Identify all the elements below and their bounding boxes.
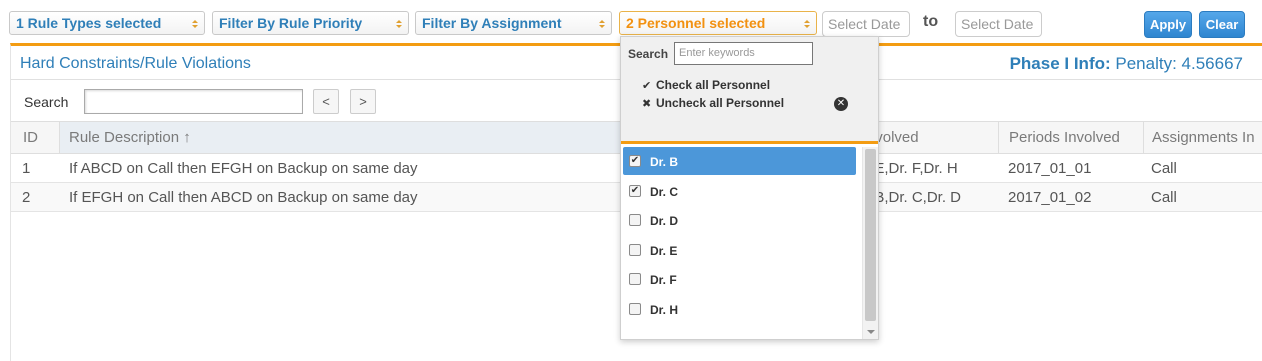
column-divider (998, 122, 999, 153)
rule-priority-filter-label: Filter By Rule Priority (219, 15, 363, 31)
start-date-input[interactable]: Select Date (822, 11, 910, 37)
select-caret-icon (396, 20, 402, 30)
dropdown-scrollbar[interactable] (862, 147, 878, 339)
personnel-list: ✔ Dr. B ✔ Dr. C Dr. D Dr. E Dr. F Dr. H (621, 147, 862, 339)
select-caret-icon (804, 20, 810, 30)
end-date-placeholder: Select Date (961, 16, 1034, 32)
personnel-option-dr-h[interactable]: Dr. H (623, 295, 856, 323)
check-all-personnel-link[interactable]: ✔ Check all Personnel (642, 78, 770, 92)
table-search-label: Search (24, 94, 69, 110)
checkbox-checked-icon[interactable]: ✔ (629, 185, 641, 197)
personnel-filter-label: 2 Personnel selected (626, 15, 766, 31)
clear-button[interactable]: Clear (1199, 11, 1245, 38)
personnel-filter[interactable]: 2 Personnel selected (619, 11, 817, 35)
row-id: 2 (22, 189, 31, 206)
checkbox-unchecked-icon[interactable] (629, 244, 641, 256)
column-header-rule-description-label: Rule Description (69, 129, 180, 146)
dropdown-header: Search Enter keywords ✔ Check all Personn… (621, 37, 878, 144)
dropdown-search-placeholder: Enter keywords (679, 47, 755, 59)
select-caret-icon (192, 20, 198, 30)
scroll-down-arrow-icon[interactable] (867, 330, 875, 334)
checkbox-unchecked-icon[interactable] (629, 273, 641, 285)
personnel-option-label: Dr. F (650, 273, 677, 287)
table-search-input[interactable] (84, 89, 303, 114)
checkbox-unchecked-icon[interactable] (629, 214, 641, 226)
scrollbar-thumb[interactable] (865, 149, 876, 321)
column-header-periods[interactable]: Periods Involved (1009, 129, 1120, 146)
personnel-option-dr-b[interactable]: ✔ Dr. B (623, 147, 856, 175)
phase-info-label: Phase I Info: (1009, 54, 1111, 73)
panel-title: Hard Constraints/Rule Violations (20, 55, 251, 72)
uncheck-all-personnel-link[interactable]: ✖ Uncheck all Personnel (642, 96, 784, 110)
row-personnel: . B,Dr. C,Dr. D (866, 189, 962, 206)
cross-icon: ✖ (642, 98, 652, 110)
row-rule-description: If EFGH on Call then ABCD on Backup on s… (69, 189, 418, 206)
date-range-to-label: to (923, 13, 939, 30)
column-header-assignments[interactable]: Assignments In (1152, 129, 1255, 146)
personnel-option-label: Dr. H (650, 303, 679, 317)
assignment-filter-label: Filter By Assignment (422, 15, 562, 31)
dropdown-search-input[interactable]: Enter keywords (674, 42, 813, 65)
dropdown-search-label: Search (628, 47, 669, 61)
rule-types-filter-label: 1 Rule Types selected (16, 15, 162, 31)
phase-info: Phase I Info: Penalty: 4.56667 (1010, 54, 1243, 74)
check-all-personnel-label: Check all Personnel (656, 78, 771, 92)
personnel-option-label: Dr. E (650, 244, 678, 258)
row-periods: 2017_01_01 (1008, 160, 1092, 177)
checkmark-icon: ✔ (642, 80, 652, 92)
column-header-id[interactable]: ID (23, 129, 38, 146)
checkbox-unchecked-icon[interactable] (629, 303, 641, 315)
personnel-option-dr-d[interactable]: Dr. D (623, 206, 856, 234)
column-divider (1143, 122, 1144, 153)
personnel-option-label: Dr. D (650, 214, 679, 228)
end-date-input[interactable]: Select Date (955, 11, 1042, 37)
row-assignments: Call (1151, 160, 1177, 177)
personnel-option-label: Dr. B (650, 155, 679, 169)
uncheck-all-personnel-label: Uncheck all Personnel (656, 96, 785, 110)
assignment-filter[interactable]: Filter By Assignment (415, 11, 612, 35)
row-assignments: Call (1151, 189, 1177, 206)
checkbox-checked-icon[interactable]: ✔ (629, 155, 641, 167)
phase-penalty-value: Penalty: 4.56667 (1115, 54, 1243, 73)
personnel-option-dr-e[interactable]: Dr. E (623, 236, 856, 264)
start-date-placeholder: Select Date (828, 16, 901, 32)
row-rule-description: If ABCD on Call then EFGH on Backup on s… (69, 160, 418, 177)
select-caret-icon (599, 20, 605, 30)
personnel-option-dr-c[interactable]: ✔ Dr. C (623, 177, 856, 205)
previous-match-button[interactable]: < (313, 89, 339, 114)
close-dropdown-icon[interactable]: ✕ (834, 97, 848, 111)
row-personnel: . E,Dr. F,Dr. H (866, 160, 958, 177)
column-header-rule-description[interactable]: Rule Description ↑ (69, 129, 191, 146)
apply-button[interactable]: Apply (1144, 11, 1192, 38)
row-id: 1 (22, 160, 31, 177)
rule-types-filter[interactable]: 1 Rule Types selected (9, 11, 205, 35)
row-periods: 2017_01_02 (1008, 189, 1092, 206)
personnel-dropdown: Search Enter keywords ✔ Check all Personn… (620, 36, 879, 340)
rule-priority-filter[interactable]: Filter By Rule Priority (212, 11, 409, 35)
personnel-option-label: Dr. C (650, 185, 679, 199)
sort-ascending-icon: ↑ (183, 129, 191, 146)
column-divider (59, 122, 60, 153)
personnel-option-dr-f[interactable]: Dr. F (623, 265, 856, 293)
next-match-button[interactable]: > (350, 89, 376, 114)
